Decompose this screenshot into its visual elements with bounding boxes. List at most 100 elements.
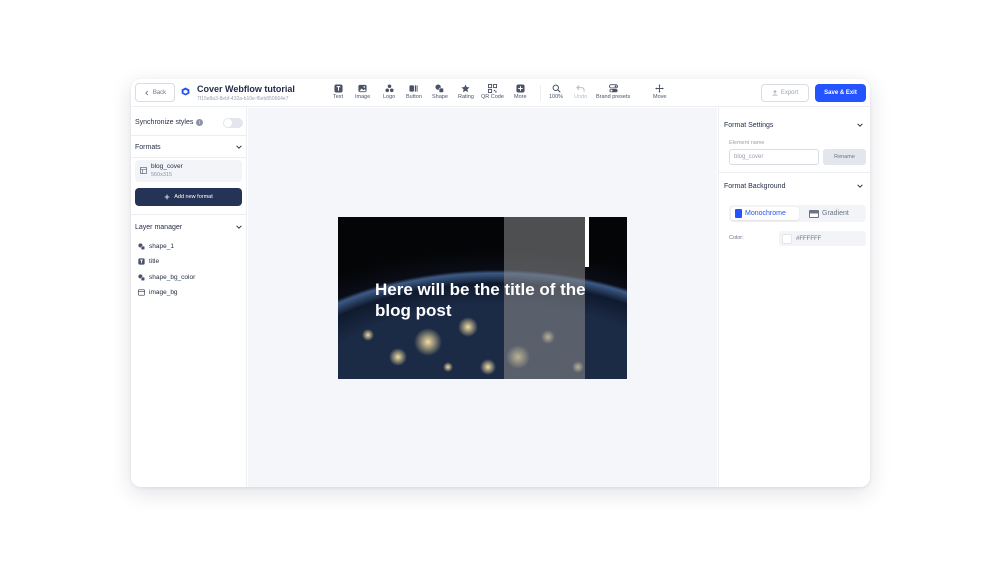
format-name: blog_cover [151,163,183,170]
tool-rating[interactable]: Rating [458,84,474,100]
tool-text[interactable]: Text [333,84,343,100]
tool-button[interactable]: Button [406,84,422,100]
sync-styles-label: Synchronize styles [135,119,194,126]
tool-more[interactable]: More [514,84,527,100]
shape-icon [138,274,145,281]
brand-presets-icon [608,84,618,93]
format-icon [140,167,147,174]
undo-icon [576,84,585,92]
image-icon [358,84,367,93]
save-exit-button[interactable]: Save & Exit [815,84,866,102]
color-label: Color: [729,235,744,241]
formats-header[interactable]: Formats [135,143,243,151]
move-icon [655,84,664,93]
back-label: Back [152,89,167,96]
rename-button[interactable]: Rename [823,149,866,165]
undo-label: Undo [574,94,588,100]
upload-icon [772,90,778,96]
tool-logo-label: Logo [383,94,396,100]
color-swatch[interactable] [782,233,792,244]
layer-label: shape_1 [149,243,174,250]
move-label: Move [653,94,667,100]
qr-code-icon [487,84,497,93]
tool-rating-label: Rating [458,94,474,100]
zoom-control[interactable]: 100% [549,84,563,100]
format-size: 560x315 [151,172,173,178]
zoom-icon [552,84,561,93]
layer-label: shape_bg_color [149,274,196,281]
sync-styles-row: Synchronize styles i [135,118,243,128]
top-toolbar: Back Cover Webflow tutorial 7f15e8a3-8eb… [131,79,870,107]
mode-monochrome-tab[interactable]: Monochrome [731,207,799,220]
sync-styles-toggle[interactable] [223,118,243,128]
element-name-label: Element name [729,140,765,146]
format-settings-header[interactable]: Format Settings [724,121,864,129]
chevron-left-icon [145,90,149,95]
layer-item[interactable]: shape_bg_color [138,274,195,281]
tool-more-label: More [514,94,527,100]
divider [131,214,247,215]
shape-1-layer[interactable] [585,217,589,267]
monochrome-swatch-icon [735,209,742,218]
tool-image[interactable]: Image [355,84,370,100]
shape-icon [435,84,445,93]
color-input[interactable]: #FFFFFF [779,231,866,246]
add-new-format-label: Add new format [174,194,213,200]
tool-qr-code-label: QR Code [481,94,504,100]
mode-gradient-tab[interactable]: Gradient [805,207,863,220]
logo-icon [385,84,394,93]
chevron-down-icon [857,123,863,127]
tool-shape-label: Shape [432,94,448,100]
image-icon [138,289,145,296]
back-button[interactable]: Back [135,83,175,102]
gradient-swatch-icon [809,209,819,218]
layer-item[interactable]: title [138,258,159,265]
export-label: Export [780,90,799,96]
mode-gradient-label: Gradient [822,210,849,217]
document-title[interactable]: Cover Webflow tutorial [197,84,295,94]
format-settings-title: Format Settings [724,121,774,129]
plus-icon [516,84,525,93]
canvas-area[interactable]: Here will be the title of the blog post [248,108,717,487]
info-icon[interactable]: i [196,119,204,126]
tool-qr-code[interactable]: QR Code [481,84,504,100]
layer-item[interactable]: shape_1 [138,243,174,250]
title-layer[interactable]: Here will be the title of the blog post [375,279,605,321]
brand-presets-button[interactable]: Brand presets [596,84,630,100]
mode-monochrome-label: Monochrome [745,210,786,217]
layer-label: image_bg [149,289,178,296]
toolbar-divider [540,85,541,101]
right-panel: Format Settings Element name blog_cover … [718,108,870,487]
format-card-blog-cover[interactable]: blog_cover 560x315 [135,160,242,182]
move-tool[interactable]: Move [653,84,666,100]
format-background-header[interactable]: Format Background [724,182,864,190]
shape-icon [138,243,145,250]
plus-icon [164,194,170,200]
text-icon [333,84,343,93]
format-background-title: Format Background [724,182,786,190]
artboard-blog-cover[interactable]: Here will be the title of the blog post [338,217,627,379]
chevron-down-icon [236,225,242,229]
element-name-input[interactable]: blog_cover [729,149,819,165]
tool-button-label: Button [406,94,422,100]
export-button[interactable]: Export [761,84,809,102]
left-panel: Synchronize styles i Formats blog_cover … [131,108,247,487]
add-new-format-button[interactable]: Add new format [135,188,242,206]
tool-image-label: Image [355,94,371,100]
layer-manager-header[interactable]: Layer manager [135,223,243,231]
editor-window: Back Cover Webflow tutorial 7f15e8a3-8eb… [131,79,870,487]
zoom-label: 100% [549,94,564,100]
undo-button[interactable]: Undo [574,84,587,100]
layer-label: title [149,258,160,265]
chevron-down-icon [857,184,863,188]
chevron-down-icon [236,145,242,149]
tool-logo[interactable]: Logo [383,84,395,100]
divider [719,172,870,173]
text-icon [138,258,145,265]
tool-text-label: Text [333,94,344,100]
star-icon [461,84,471,93]
cube-icon [181,87,190,96]
tool-shape[interactable]: Shape [432,84,448,100]
button-icon [409,85,419,92]
layer-item[interactable]: image_bg [138,289,178,296]
